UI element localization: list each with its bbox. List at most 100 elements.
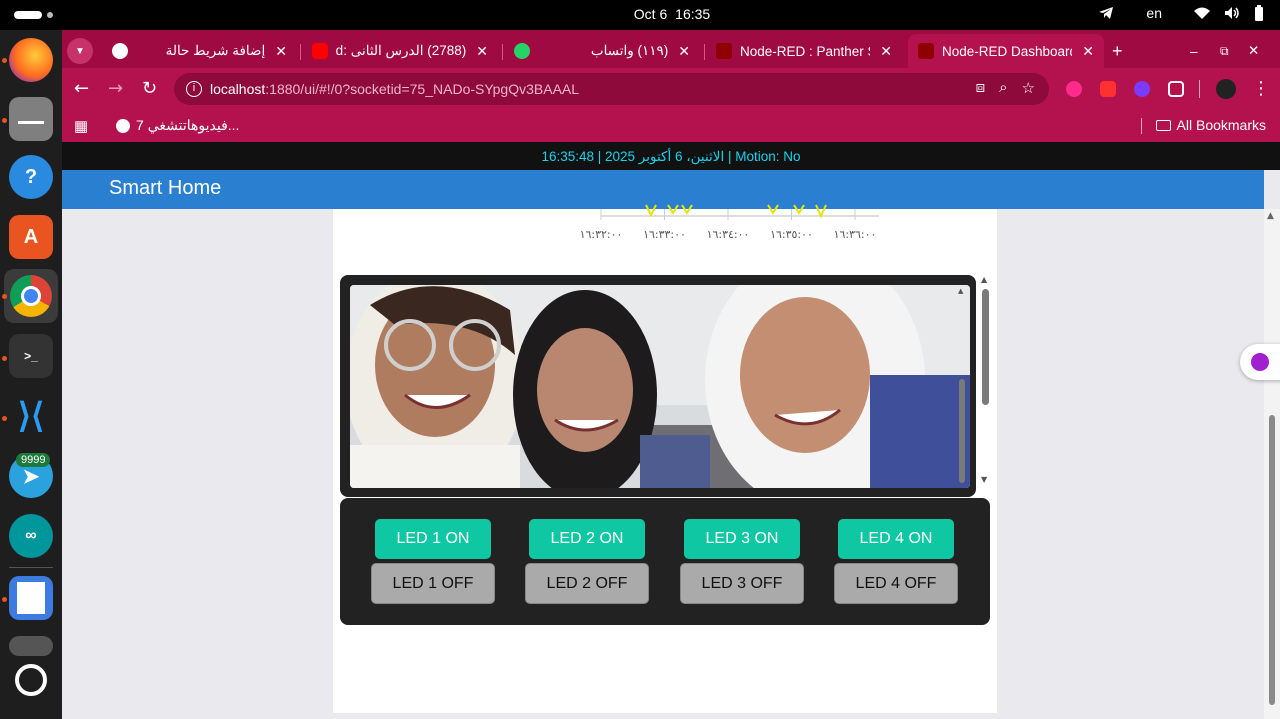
scroll-down-icon[interactable]: ▼ bbox=[981, 475, 987, 484]
url-text[interactable]: localhost:1880/ui/#!/0?socketid=75_NADo-… bbox=[210, 81, 579, 97]
telegram-tray-icon[interactable] bbox=[1098, 6, 1114, 20]
camera-scrollbar[interactable]: ▲ bbox=[957, 287, 967, 486]
youtube-icon bbox=[312, 43, 328, 59]
tab-whatsapp[interactable]: (١١٩) واتساب ✕ bbox=[504, 34, 700, 68]
dashboard-header: Smart Home bbox=[62, 170, 1264, 209]
led-control-panel: LED 1 ON LED 1 OFF LED 2 ON LED 2 OFF LE… bbox=[340, 498, 990, 625]
running-indicator bbox=[2, 58, 7, 63]
motion-chart: ١٦:٣٢:٠٠ ١٦:٣٣:٠٠ ١٦:٣٤:٠٠ ١٦:٣٥:٠٠ ١٦:٣٦:٠٠ bbox=[573, 204, 883, 249]
scroll-up-icon[interactable]: ▲ bbox=[981, 275, 987, 284]
tab-search-button[interactable]: ▼ bbox=[67, 34, 95, 68]
whatsapp-icon bbox=[514, 43, 530, 59]
chart-x-tick-label: ١٦:٣٢:٠٠ bbox=[580, 228, 623, 241]
extensions-puzzle-icon[interactable] bbox=[1168, 81, 1184, 97]
minimize-button[interactable]: – bbox=[1190, 34, 1210, 68]
keyboard-layout-indicator[interactable]: en bbox=[1146, 5, 1162, 21]
reload-button[interactable]: ↻ bbox=[142, 78, 157, 99]
chart-canvas: ١٦:٣٢:٠٠ ١٦:٣٣:٠٠ ١٦:٣٤:٠٠ ١٦:٣٥:٠٠ ١٦:٣٦:٠٠ bbox=[580, 204, 879, 241]
all-bookmarks-label: All Bookmarks bbox=[1176, 117, 1266, 133]
window-close-button[interactable]: ✕ bbox=[1248, 34, 1268, 68]
tab-strip: ▼ إضافة شريط حالة ✕ (2788) الدرس الثانى … bbox=[62, 30, 1280, 68]
led-1-on-button[interactable]: LED 1 ON bbox=[375, 519, 491, 559]
tab-label: Node-RED Dashboard bbox=[942, 43, 1073, 59]
tab-chatgpt[interactable]: إضافة شريط حالة ✕ bbox=[102, 34, 297, 68]
all-bookmarks-button[interactable]: All Bookmarks bbox=[1155, 117, 1266, 133]
chrome-icon[interactable] bbox=[4, 269, 58, 323]
maximize-button[interactable]: ⧉ bbox=[1220, 34, 1240, 68]
camera-panel: ▲ bbox=[340, 275, 976, 497]
bookmarks-bar: ▦ 7 فيديوهاتتشغي... All Bookmarks bbox=[62, 110, 1280, 142]
camera-stream[interactable]: ▲ bbox=[350, 285, 970, 488]
extension-shield-icon[interactable] bbox=[1100, 81, 1116, 97]
new-tab-button[interactable]: + bbox=[1112, 34, 1136, 68]
terminal-icon[interactable]: >_ bbox=[9, 334, 53, 378]
tab-node-red-editor[interactable]: Node-RED : Panther S ✕ bbox=[706, 34, 902, 68]
tab-node-red-dashboard[interactable]: Node-RED Dashboard ✕ bbox=[908, 34, 1104, 68]
close-icon[interactable]: ✕ bbox=[678, 43, 690, 60]
bookmark-label: 7 فيديوهاتتشغي... bbox=[136, 117, 240, 133]
firefox-icon[interactable] bbox=[9, 38, 53, 82]
apps-grid-icon[interactable]: ▦ bbox=[74, 117, 88, 135]
extension-ai-icon[interactable] bbox=[1134, 81, 1150, 97]
brain-icon bbox=[1251, 353, 1269, 371]
extension-record-icon[interactable] bbox=[1066, 81, 1082, 97]
install-app-icon[interactable]: ⧈ bbox=[976, 79, 986, 97]
led-2-on-button[interactable]: LED 2 ON bbox=[529, 519, 645, 559]
scroll-up-icon[interactable]: ▲ bbox=[958, 287, 963, 295]
led-3-off-button[interactable]: LED 3 OFF bbox=[680, 563, 804, 604]
tab-youtube[interactable]: (2788) الدرس الثانى :ad ✕ bbox=[302, 34, 498, 68]
clock-time: 16:35 bbox=[675, 6, 711, 22]
chart-x-tick-label: ١٦:٣٤:٠٠ bbox=[707, 228, 750, 241]
scroll-thumb[interactable] bbox=[1269, 415, 1275, 705]
trash-icon[interactable] bbox=[9, 636, 53, 656]
dock: ? A >_ ⟩⟨ ➤ 9999 ∞ bbox=[0, 30, 62, 719]
led-1-off-button[interactable]: LED 1 OFF bbox=[371, 563, 495, 604]
close-icon[interactable]: ✕ bbox=[880, 43, 892, 60]
bookmark-star-icon[interactable]: ☆ bbox=[1022, 79, 1035, 97]
toolbar: ← → ↻ i localhost:1880/ui/#!/0?socketid=… bbox=[62, 68, 1280, 110]
back-button[interactable]: ← bbox=[74, 78, 89, 99]
system-tray[interactable]: en bbox=[1098, 5, 1264, 21]
arduino-icon[interactable]: ∞ bbox=[9, 514, 53, 558]
bookmark-item[interactable]: 7 فيديوهاتتشغي... bbox=[116, 117, 239, 134]
close-icon[interactable]: ✕ bbox=[476, 43, 488, 60]
node-red-icon bbox=[918, 43, 934, 59]
text-editor-icon[interactable] bbox=[9, 576, 53, 620]
scroll-thumb[interactable] bbox=[959, 379, 965, 483]
tab-separator bbox=[704, 44, 705, 60]
scroll-thumb[interactable] bbox=[982, 289, 989, 405]
led-4-off-button[interactable]: LED 4 OFF bbox=[834, 563, 958, 604]
clock-date: Oct 6 bbox=[633, 6, 668, 22]
ai-assistant-side-button[interactable] bbox=[1240, 344, 1280, 380]
camera-panel-scrollbar[interactable]: ▲ ▼ bbox=[978, 275, 992, 485]
show-apps-icon[interactable] bbox=[15, 664, 47, 696]
close-icon[interactable]: ✕ bbox=[1082, 43, 1094, 60]
globe-icon bbox=[116, 118, 130, 133]
running-indicator bbox=[2, 416, 7, 421]
files-icon[interactable] bbox=[9, 97, 53, 141]
led-3-on-button[interactable]: LED 3 ON bbox=[684, 519, 800, 559]
scroll-up-icon[interactable]: ▲ bbox=[1267, 211, 1274, 221]
tab-separator bbox=[300, 44, 301, 60]
led-2-off-button[interactable]: LED 2 OFF bbox=[525, 563, 649, 604]
page-scrollbar[interactable]: ▲ bbox=[1264, 209, 1280, 719]
chart-x-tick-label: ١٦:٣٦:٠٠ bbox=[834, 228, 877, 241]
zoom-icon[interactable]: ⌕ bbox=[999, 79, 1007, 97]
close-icon[interactable]: ✕ bbox=[275, 43, 287, 60]
clock[interactable]: Oct 6 16:35 bbox=[0, 6, 1280, 22]
profile-avatar[interactable] bbox=[1216, 79, 1236, 99]
menu-kebab-icon[interactable]: ⋮ bbox=[1252, 78, 1270, 99]
vscode-icon[interactable]: ⟩⟨ bbox=[9, 394, 53, 438]
led-4-on-button[interactable]: LED 4 ON bbox=[838, 519, 954, 559]
camera-image bbox=[350, 285, 970, 488]
page-viewport: Smart Home 16:35:48 | 2025 الاثنين، 6 أك… bbox=[62, 142, 1280, 719]
folder-icon bbox=[1155, 119, 1171, 131]
site-info-icon[interactable]: i bbox=[186, 81, 202, 97]
volume-icon bbox=[1225, 7, 1239, 19]
address-bar[interactable]: i localhost:1880/ui/#!/0?socketid=75_NAD… bbox=[174, 73, 1049, 105]
help-icon[interactable]: ? bbox=[9, 155, 53, 199]
toolbar-separator bbox=[1199, 80, 1200, 98]
forward-button[interactable]: → bbox=[108, 78, 123, 99]
app-center-icon[interactable]: A bbox=[9, 215, 53, 259]
dashboard-group: ١٦:٣٢:٠٠ ١٦:٣٣:٠٠ ١٦:٣٤:٠٠ ١٦:٣٥:٠٠ ١٦:٣٦:٠٠ bbox=[333, 204, 997, 713]
